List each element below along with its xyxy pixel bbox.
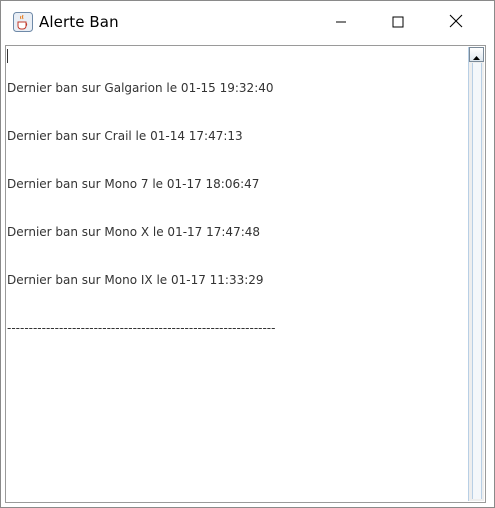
log-separator: ----------------------------------------… xyxy=(7,321,276,335)
close-icon xyxy=(449,13,463,32)
log-line: Dernier ban sur Mono X le 01-17 17:47:48 xyxy=(7,225,261,239)
log-line: Dernier ban sur Crail le 01-14 17:47:13 xyxy=(7,129,243,143)
minimize-button[interactable] xyxy=(318,1,364,43)
close-button[interactable] xyxy=(433,1,479,43)
java-cup-icon xyxy=(13,12,33,32)
log-text-area[interactable]: Dernier ban sur Galgarion le 01-15 19:32… xyxy=(7,48,469,500)
scroll-up-button[interactable] xyxy=(469,47,484,62)
log-line: Dernier ban sur Mono IX le 01-17 11:33:2… xyxy=(7,273,264,287)
arrow-up-icon xyxy=(473,45,480,64)
vertical-scrollbar[interactable] xyxy=(468,47,484,501)
window-title: Alerte Ban xyxy=(39,13,119,31)
maximize-icon xyxy=(392,13,404,32)
title-bar[interactable]: Alerte Ban xyxy=(1,1,494,43)
log-line: Dernier ban sur Mono 7 le 01-17 18:06:47 xyxy=(7,177,260,191)
alerte-ban-window: Alerte Ban Dernier ban sur Galgarion le … xyxy=(0,0,495,508)
scroll-track[interactable] xyxy=(472,63,482,499)
log-line: Dernier ban sur Galgarion le 01-15 19:32… xyxy=(7,81,274,95)
log-scroll-pane: Dernier ban sur Galgarion le 01-15 19:32… xyxy=(5,45,486,503)
minimize-icon xyxy=(335,13,347,32)
maximize-button[interactable] xyxy=(375,1,421,43)
text-caret xyxy=(7,49,8,63)
